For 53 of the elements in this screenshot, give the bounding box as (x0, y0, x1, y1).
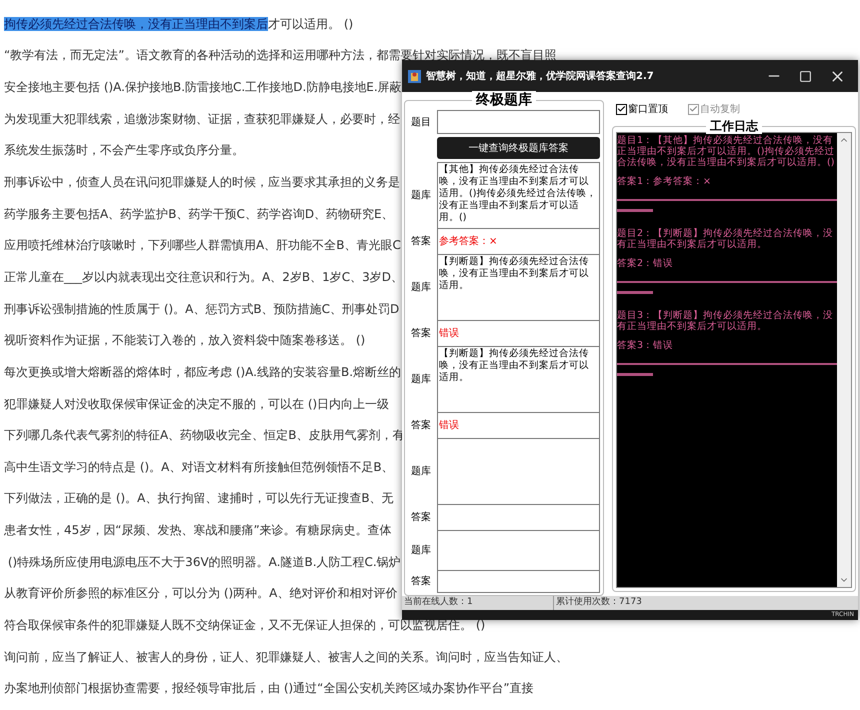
log-answer: 答案1：参考答案：× (617, 176, 712, 187)
document-line: 下列做法，正确的是 ()。A、执行拘留、逮捕时，可以先行无证搜查B、无 (4, 490, 394, 508)
answer-text-area[interactable]: 参考答案：× (437, 228, 600, 254)
document-line: ()特殊场所应使用电源电压不大于36V的照明器。A.隧道B.人防工程C.锅炉 (6, 554, 401, 571)
document-line: 办案地刑侦部门根据协查需要，报经领导审批后，由 ()通过“全国公安机关跨区域办案协作平台”直接 (4, 680, 534, 698)
document-line: 药学服务主要包括A、药学监护B、药学干预C、药学咨询D、药物研究E、 (4, 206, 394, 223)
bank-text-area[interactable]: 【判断题】拘传必须先经过合法传唤，没有正当理由不到案后才可以适用。 (437, 346, 600, 412)
field-label: 题库 (410, 372, 432, 386)
answer-text-area[interactable]: 错误 (437, 412, 600, 438)
field-label: 题库 (410, 544, 432, 558)
document-line: 患者女性，45岁，因“尿频、发热、寒战和腰痛”来诊。有糖尿病史。查体 (4, 522, 392, 540)
document-line: 系统发生振荡时，不会产生零序或负序分量。 (4, 142, 244, 160)
answer-text: 错误 (439, 419, 459, 433)
document-line: 刑事诉讼中，侦查人员在讯问犯罪嫌疑人的时候，应当要求其承担的义务是 (4, 174, 400, 192)
document-line: 从教育评价所参照的标准区分，可以分为 ()两种。A、绝对评价和相对评价 (4, 585, 398, 602)
field-label: 题库 (410, 188, 432, 202)
field-label: 答案 (410, 418, 432, 432)
document-line: 刑事诉讼强制措施的性质属于 ()。A、惩罚方式B、预防措施C、刑事处罚D (4, 300, 400, 318)
document-line: 安全接地主要包括 ()A.保护接地B.防雷接地C.工作接地D.防静电接地E.屏蔽 (4, 79, 402, 96)
field-label: 题目 (410, 116, 432, 130)
answer-text: 错误 (439, 327, 459, 341)
field-label: 答案 (410, 234, 432, 248)
document-line: 为发现重大犯罪线索，追缴涉案财物、证据，查获犯罪嫌疑人，必要时，经 (4, 110, 400, 128)
document-line: 拘传必须先经过合法传唤，没有正当理由不到案后才可以适用。 () (4, 16, 354, 33)
document-line: 下列哪几条代表气雾剂的特征A、药物吸收完全、恒定B、皮肤用气雾剂，有 (4, 427, 404, 444)
document-line: 询问前，应当了解证人、被害人的身份，证人、犯罪嫌疑人、被害人之间的关系。询问时，应当告知证人、 (4, 648, 568, 666)
document-line: 高中生语文学习的特点是 ()。A、对语文材料有所接触但范例领悟不足B、 (4, 458, 394, 476)
answer-text-area[interactable]: 错误 (437, 320, 600, 346)
document-line: 每次更换或增大熔断器的熔体时，都应考虑 ()A.线路的安装容量B.熔断丝的 (4, 364, 402, 381)
log-question: 题目3：【判断题】拘传必须先经过合法传唤，没有正当理由不到案后才可以适用。 (617, 309, 834, 332)
field-label: 题库 (410, 280, 432, 294)
document-line: 应用喷托维林治疗咳嗽时，下列哪些人群需慎用A、肝功能不全B、青光眼C (4, 237, 401, 254)
bank-text: 【判断题】拘传必须先经过合法传唤，没有正当理由不到案后才可以适用。 (439, 348, 589, 383)
query-button[interactable]: 一键查询终极题库答案 (437, 137, 600, 159)
field-label: 题库 (410, 464, 432, 478)
field-label: 答案 (410, 510, 432, 524)
log-question: 题目2：【判断题】拘传必须先经过合法传唤，没有正当理由不到案后才可以适用。 (617, 227, 834, 250)
document-line: 正常儿童在___岁以内就表现出交往意识和行为。A、2岁B、1岁C、3岁D、 (4, 268, 403, 286)
window-title: 智慧树，知道，超星尔雅，优学院网课答案查询2.7 (426, 69, 654, 84)
usage-count: 累计使用次数：7173 (555, 596, 642, 610)
document-line: 视听资料作为证据，不能装订入卷的，放入资料袋中随案卷移送。 () (4, 332, 366, 350)
field-label: 答案 (410, 574, 432, 589)
group-title: 工作日志 (706, 118, 762, 134)
document-line: 犯罪嫌疑人对没收取保候审保证金的决定不服的，可以在 ()日内向上一级 (4, 396, 390, 412)
log-answer: 答案3：错误 (617, 340, 674, 351)
log-answer: 答案2：错误 (617, 258, 674, 269)
log-question: 题目1：【其他】拘传必须先经过合法传唤，没有正当理由不到案后才可以适用。()拘传必须先经过合法传唤，没有正当理由不到案后才可以适用。() (617, 134, 836, 168)
field-label: 答案 (410, 326, 432, 340)
group-title: 终极题库 (472, 91, 536, 109)
answer-text: 参考答案：× (439, 234, 498, 249)
bank-text-area[interactable]: 【判断题】拘传必须先经过合法传唤，没有正当理由不到案后才可以适用。 (437, 254, 600, 320)
checkbox[interactable]: 窗口置顶 (616, 102, 668, 116)
bank-text: 【判断题】拘传必须先经过合法传唤，没有正当理由不到案后才可以适用。 (439, 256, 589, 291)
